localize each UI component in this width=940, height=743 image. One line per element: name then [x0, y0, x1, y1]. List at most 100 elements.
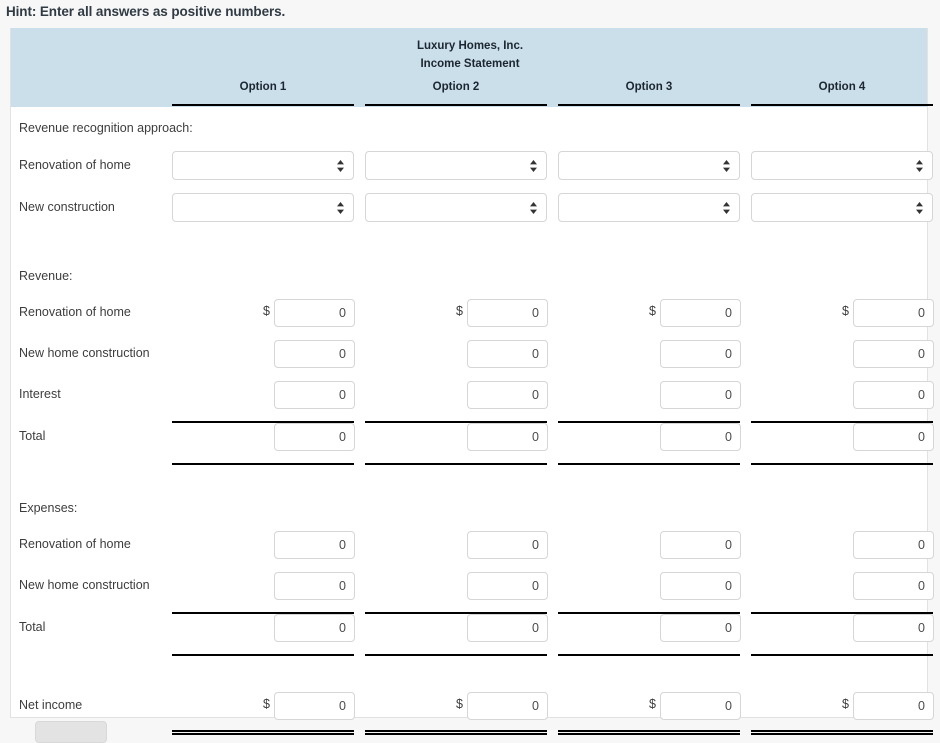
input-revenue-1-col1[interactable] [274, 340, 355, 368]
row-label-revenue-3: Total [19, 429, 46, 443]
input-expenses-2-col1[interactable] [274, 614, 355, 642]
cell-revenue-0-col1: $ [263, 299, 355, 327]
cell-expenses-2-col3 [660, 614, 741, 642]
input-revenue-1-col2[interactable] [467, 340, 548, 368]
cell-revenue-3-col2 [467, 423, 548, 451]
total-rule-expenses-col2 [365, 654, 547, 656]
entity-name: Luxury Homes, Inc. [416, 40, 524, 52]
total-rule-revenue-col3 [558, 463, 740, 465]
input-net-income-0-col4[interactable] [853, 692, 934, 720]
cell-expenses-2-col2 [467, 614, 548, 642]
cell-net-income-0-col3: $ [649, 692, 741, 720]
input-revenue-3-col3[interactable] [660, 423, 741, 451]
cell-expenses-1-col3 [660, 572, 741, 600]
cell-revenue-recognition-1-col2 [365, 193, 547, 222]
row-label-expenses-1: New home construction [19, 578, 150, 592]
input-revenue-2-col3[interactable] [660, 381, 741, 409]
select-revenue-recognition-0-col1[interactable] [172, 151, 354, 180]
input-expenses-0-col2[interactable] [467, 531, 548, 559]
input-revenue-0-col3[interactable] [660, 299, 741, 327]
input-revenue-0-col4[interactable] [853, 299, 934, 327]
select-revenue-recognition-0-col2[interactable] [365, 151, 547, 180]
input-expenses-1-col3[interactable] [660, 572, 741, 600]
cell-net-income-0-col1: $ [263, 692, 355, 720]
total-rule-revenue-col2 [365, 463, 547, 465]
input-expenses-1-col4[interactable] [853, 572, 934, 600]
cell-expenses-0-col2 [467, 531, 548, 559]
total-rule-revenue-col4 [751, 463, 933, 465]
cell-revenue-0-col4: $ [842, 299, 934, 327]
column-header-option-1: Option 1 [172, 80, 354, 106]
input-expenses-0-col3[interactable] [660, 531, 741, 559]
input-expenses-0-col1[interactable] [274, 531, 355, 559]
cell-revenue-3-col4 [853, 423, 934, 451]
currency-symbol: $ [842, 697, 849, 711]
cell-revenue-3-col1 [274, 423, 355, 451]
input-expenses-1-col2[interactable] [467, 572, 548, 600]
table-header: Luxury Homes, Inc. Income Statement Opti… [11, 28, 933, 107]
select-revenue-recognition-1-col4[interactable] [751, 193, 933, 222]
total-rule-expenses-col4 [751, 654, 933, 656]
input-expenses-2-col2[interactable] [467, 614, 548, 642]
cell-expenses-1-col4 [853, 572, 934, 600]
input-revenue-1-col3[interactable] [660, 340, 741, 368]
row-label-revenue-0: Renovation of home [19, 305, 131, 319]
cell-revenue-0-col2: $ [456, 299, 548, 327]
cell-expenses-1-col2 [467, 572, 548, 600]
footer-button[interactable] [35, 721, 107, 743]
cell-revenue-recognition-0-col3 [558, 151, 740, 180]
row-label-revenue-1: New home construction [19, 346, 150, 360]
currency-symbol: $ [649, 304, 656, 318]
input-expenses-0-col4[interactable] [853, 531, 934, 559]
cell-expenses-0-col1 [274, 531, 355, 559]
cell-revenue-recognition-0-col2 [365, 151, 547, 180]
input-expenses-1-col1[interactable] [274, 572, 355, 600]
section-heading-revenue-recognition: Revenue recognition approach: [19, 121, 193, 135]
row-label-net-income-0: Net income [19, 698, 83, 712]
cell-revenue-2-col2 [467, 381, 548, 409]
total-rule-net-income-col1 [172, 730, 354, 735]
input-revenue-3-col2[interactable] [467, 423, 548, 451]
select-revenue-recognition-0-col3[interactable] [558, 151, 740, 180]
input-revenue-3-col4[interactable] [853, 423, 934, 451]
input-revenue-3-col1[interactable] [274, 423, 355, 451]
input-revenue-2-col4[interactable] [853, 381, 934, 409]
input-net-income-0-col1[interactable] [274, 692, 355, 720]
select-revenue-recognition-1-col2[interactable] [365, 193, 547, 222]
select-revenue-recognition-1-col1[interactable] [172, 193, 354, 222]
cell-expenses-0-col4 [853, 531, 934, 559]
input-revenue-2-col2[interactable] [467, 381, 548, 409]
statement-title-block: Luxury Homes, Inc. Income Statement [11, 37, 929, 73]
cell-revenue-1-col2 [467, 340, 548, 368]
total-rule-expenses-col1 [172, 654, 354, 656]
input-expenses-2-col4[interactable] [853, 614, 934, 642]
cell-revenue-2-col1 [274, 381, 355, 409]
cell-revenue-1-col1 [274, 340, 355, 368]
statement-name: Income Statement [420, 58, 520, 70]
row-label-expenses-2: Total [19, 620, 46, 634]
section-heading-revenue: Revenue: [19, 269, 73, 283]
currency-symbol: $ [263, 304, 270, 318]
cell-expenses-2-col1 [274, 614, 355, 642]
total-rule-net-income-col3 [558, 730, 740, 735]
cell-expenses-0-col3 [660, 531, 741, 559]
input-revenue-1-col4[interactable] [853, 340, 934, 368]
input-revenue-0-col1[interactable] [274, 299, 355, 327]
total-rule-net-income-col4 [751, 730, 933, 735]
column-header-option-2: Option 2 [365, 80, 547, 106]
cell-revenue-recognition-1-col1 [172, 193, 354, 222]
cell-net-income-0-col4: $ [842, 692, 934, 720]
hint-banner: Hint: Enter all answers as positive numb… [6, 4, 286, 19]
select-revenue-recognition-1-col3[interactable] [558, 193, 740, 222]
input-net-income-0-col3[interactable] [660, 692, 741, 720]
input-expenses-2-col3[interactable] [660, 614, 741, 642]
row-label-expenses-0: Renovation of home [19, 537, 131, 551]
select-revenue-recognition-0-col4[interactable] [751, 151, 933, 180]
cell-expenses-1-col1 [274, 572, 355, 600]
total-rule-expenses-col3 [558, 654, 740, 656]
cell-revenue-1-col4 [853, 340, 934, 368]
input-revenue-2-col1[interactable] [274, 381, 355, 409]
input-net-income-0-col2[interactable] [467, 692, 548, 720]
input-revenue-0-col2[interactable] [467, 299, 548, 327]
currency-symbol: $ [842, 304, 849, 318]
